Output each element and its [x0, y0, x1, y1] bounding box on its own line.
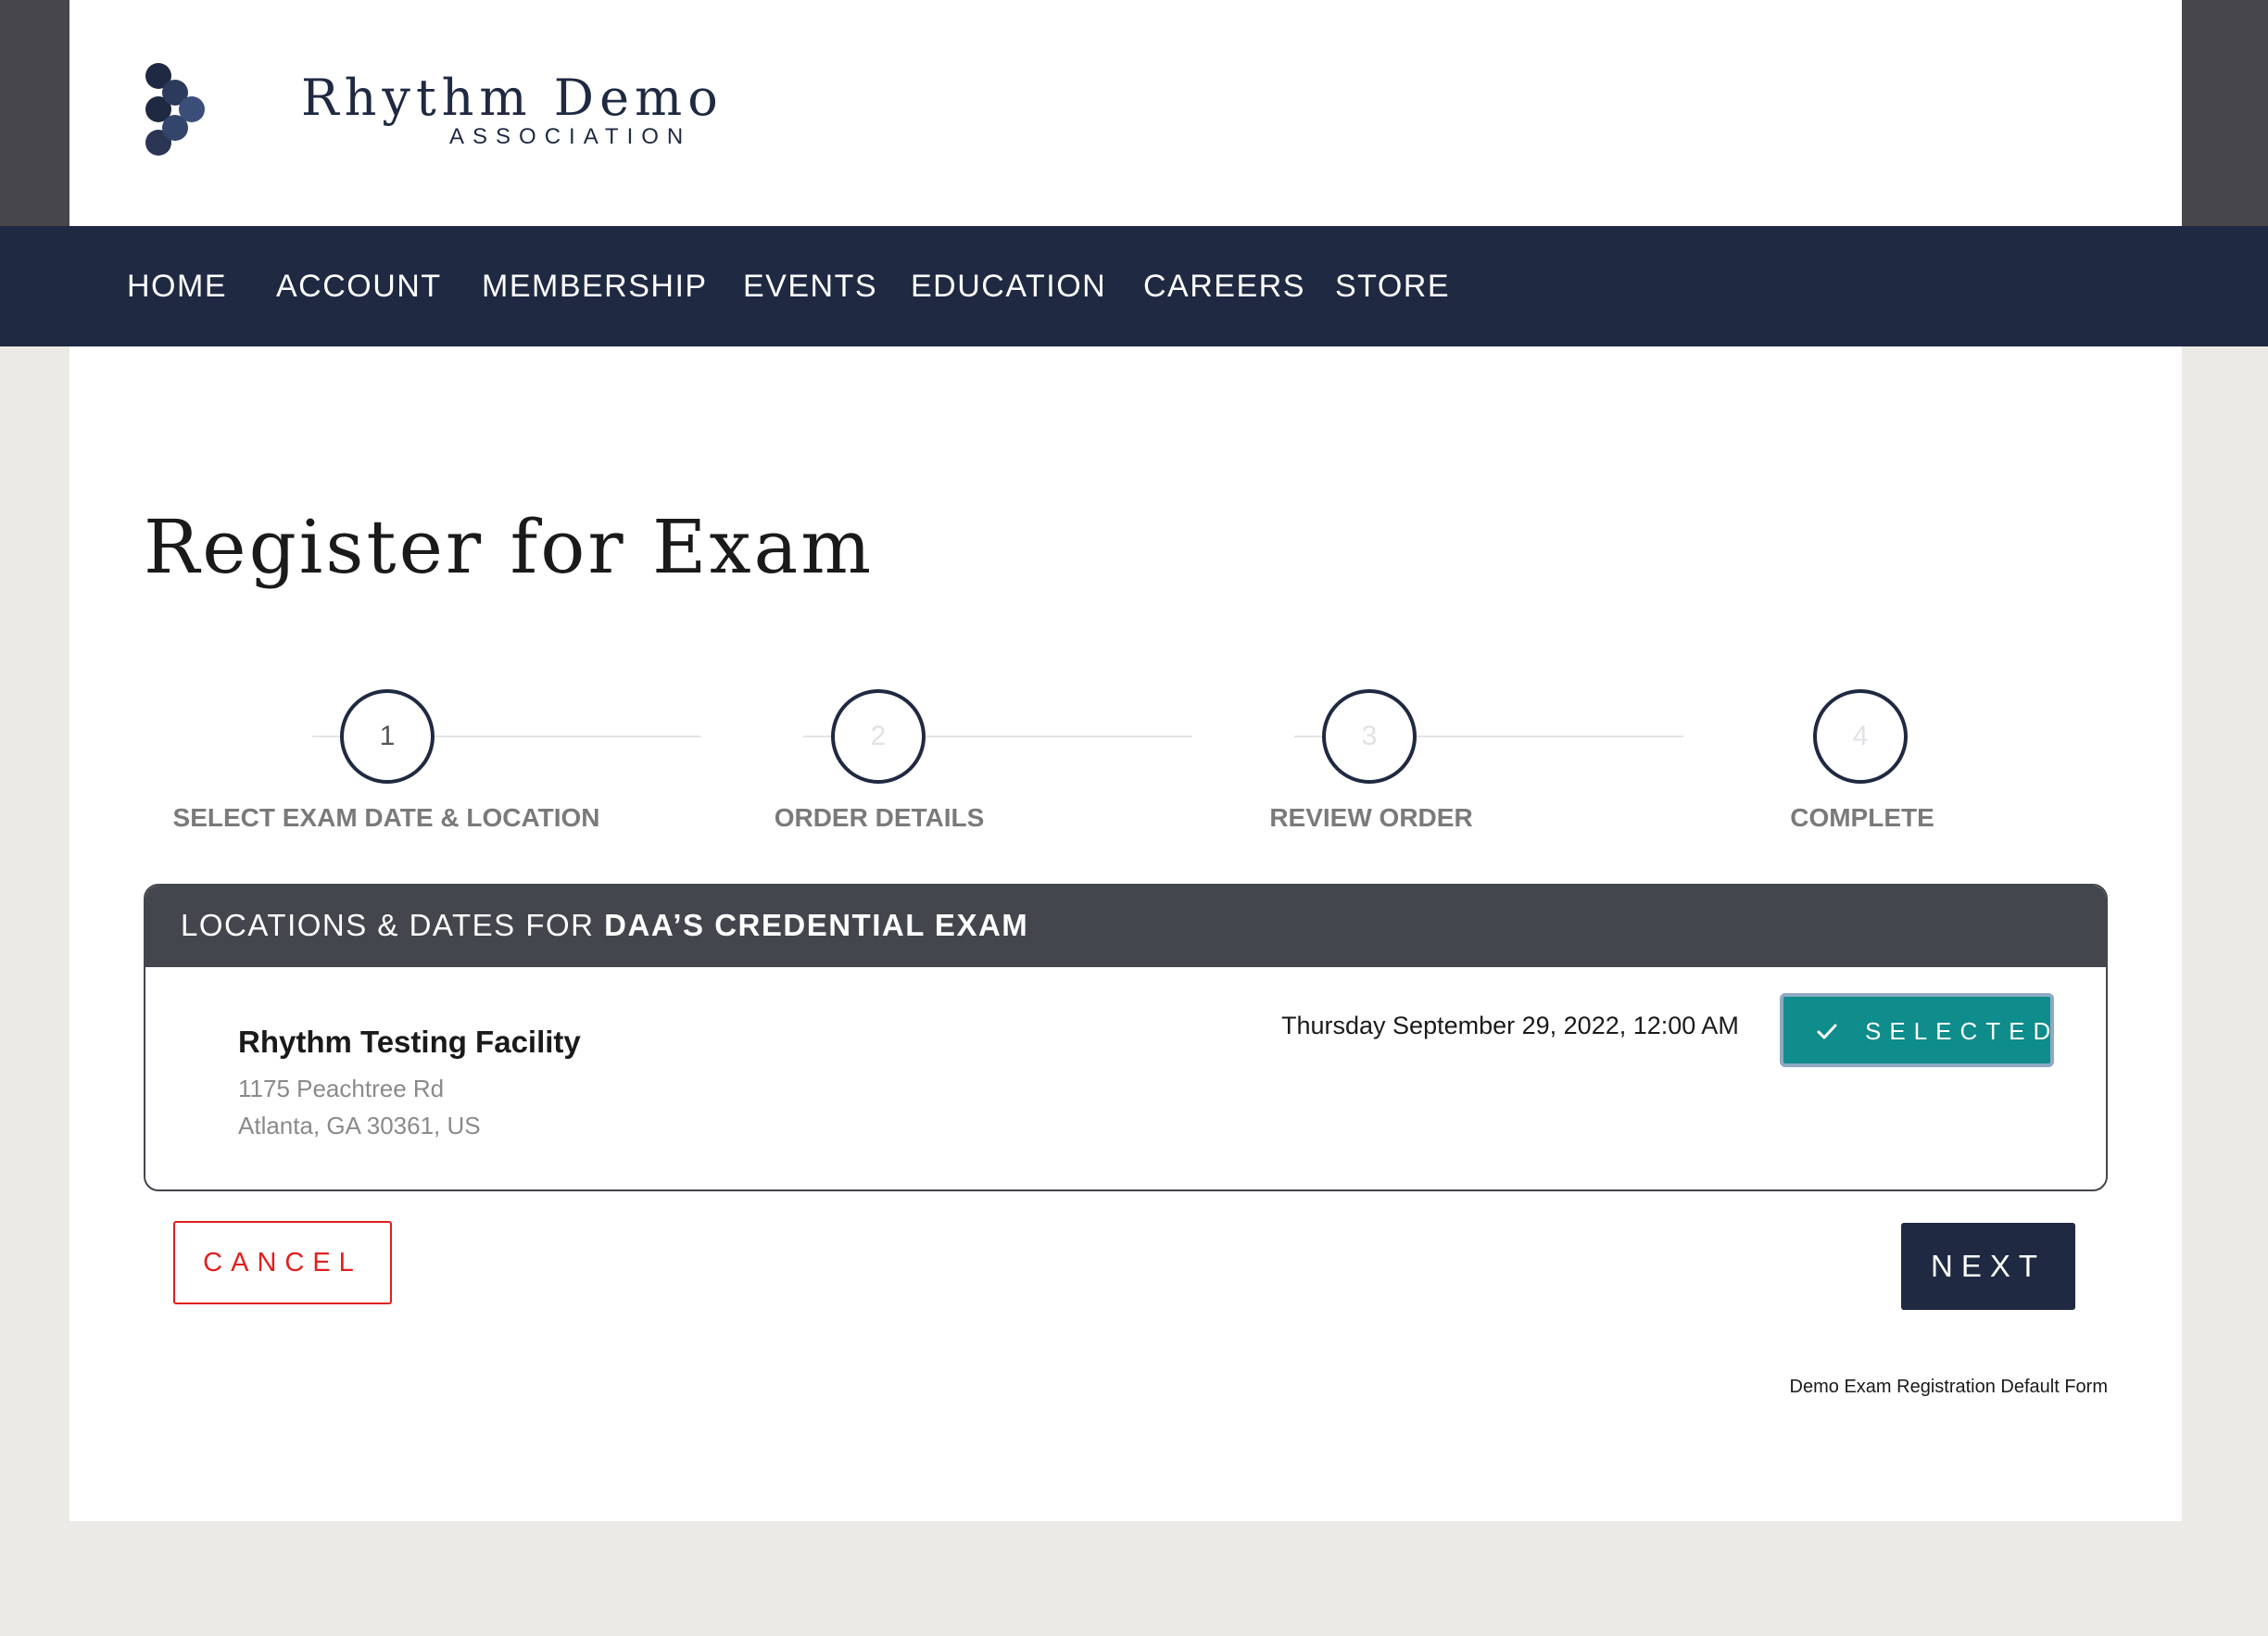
- check-icon: [1817, 1024, 1837, 1039]
- site-header: Rhythm Demo ASSOCIATION: [69, 0, 2182, 226]
- panel-heading-prefix: LOCATIONS & DATES FOR: [181, 908, 605, 942]
- header-side-right: [2182, 0, 2268, 226]
- nav-item-events[interactable]: EVENTS: [743, 269, 877, 305]
- page-title: Register for Exam: [144, 504, 875, 590]
- nav-item-careers[interactable]: CAREERS: [1143, 269, 1305, 305]
- main-nav: HOME ACCOUNT MEMBERSHIP EVENTS EDUCATION…: [0, 226, 2268, 346]
- panel-header: LOCATIONS & DATES FOR DAA’S CREDENTIAL E…: [145, 886, 2106, 967]
- next-button[interactable]: NEXT: [1901, 1223, 2075, 1310]
- nav-item-education[interactable]: EDUCATION: [911, 269, 1106, 305]
- panel-heading: LOCATIONS & DATES FOR DAA’S CREDENTIAL E…: [181, 908, 1028, 943]
- step-3-circle: 3: [1322, 689, 1417, 784]
- nav-item-account[interactable]: ACCOUNT: [276, 269, 442, 305]
- nav-item-membership[interactable]: MEMBERSHIP: [482, 269, 708, 305]
- selected-label: SELECTED: [1865, 1017, 2060, 1045]
- locations-panel: LOCATIONS & DATES FOR DAA’S CREDENTIAL E…: [144, 884, 2108, 1191]
- step-2-label: ORDER DETAILS: [774, 803, 985, 832]
- facility-address-line1: 1175 Peachtree Rd: [238, 1075, 445, 1102]
- logo-subtitle: ASSOCIATION: [449, 124, 692, 149]
- step-4-label: COMPLETE: [1790, 803, 1934, 832]
- step-1-label: SELECT EXAM DATE & LOCATION: [172, 803, 600, 832]
- step-4-circle: 4: [1813, 689, 1908, 784]
- logo-name: Rhythm Demo: [301, 69, 724, 127]
- form-name: Demo Exam Registration Default Form: [1789, 1377, 2108, 1397]
- step-2-circle: 2: [831, 689, 926, 784]
- cancel-button[interactable]: CANCEL: [173, 1221, 392, 1304]
- header-side-left: [0, 0, 69, 226]
- nav-item-home[interactable]: HOME: [127, 269, 227, 305]
- site-logo[interactable]: Rhythm Demo ASSOCIATION: [144, 61, 718, 163]
- step-3-label: REVIEW ORDER: [1269, 803, 1473, 832]
- step-1-circle: 1: [340, 689, 435, 784]
- nav-item-store[interactable]: STORE: [1335, 269, 1450, 305]
- panel-heading-exam: DAA’S CREDENTIAL EXAM: [604, 908, 1029, 942]
- facility-address-line2: Atlanta, GA 30361, US: [238, 1112, 481, 1139]
- selected-button[interactable]: SELECTED: [1780, 993, 2054, 1067]
- main-content: Register for Exam 1 2 3 4 SELECT EXAM DA…: [69, 346, 2182, 1521]
- logo-mark-icon: [145, 63, 205, 156]
- facility-name: Rhythm Testing Facility: [238, 1025, 581, 1059]
- exam-datetime: Thursday September 29, 2022, 12:00 AM: [1281, 1012, 1739, 1039]
